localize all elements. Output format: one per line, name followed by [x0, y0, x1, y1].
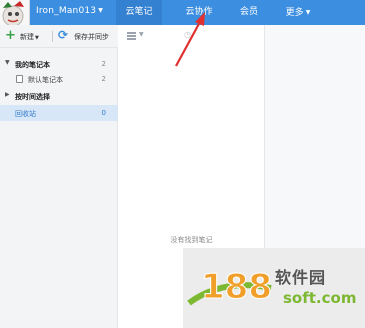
plus-icon[interactable]: + — [5, 28, 16, 43]
tab-collaboration-label: 云协作 — [185, 7, 213, 17]
tab-cloud-notes[interactable]: 云笔记 — [116, 0, 162, 25]
notebook-icon — [16, 75, 23, 83]
sync-icon[interactable]: ⟳ — [58, 28, 68, 42]
sidebar-item-label: 回收站 — [15, 110, 36, 118]
tab-membership[interactable]: 会员 — [234, 0, 264, 25]
save-sync-button[interactable]: 保存并同步 — [74, 32, 109, 42]
collapse-arrow-icon[interactable]: ▶ — [5, 91, 10, 98]
svg-text:188: 188 — [201, 267, 272, 307]
watermark-logo: 188 — [187, 267, 272, 308]
top-navigation-bar: Iron_Man013 ▼ 云笔记 云协作 会员 更多 ▼ — [0, 0, 365, 26]
tab-cloud-notes-label: 云笔记 — [125, 7, 153, 17]
tab-more-label: 更多 — [285, 8, 304, 18]
new-note-label: 新建 — [20, 33, 34, 41]
sidebar-item-my-notebooks[interactable]: ▼ 我的笔记本 2 — [0, 56, 118, 72]
sidebar-item-label: 默认笔记本 — [28, 76, 63, 84]
empty-list-message: 没有找到笔记 — [170, 236, 213, 244]
sidebar-item-label: 按时间选择 — [15, 93, 50, 101]
tab-membership-label: 会员 — [239, 7, 258, 17]
username-text: Iron_Man013 — [36, 6, 97, 16]
note-list-toolbar: ▼ ◷ — [118, 25, 265, 47]
toolbar-divider — [52, 31, 53, 42]
notebook-count: 2 — [101, 75, 106, 83]
site-watermark: 188 软件园 soft.com — [183, 248, 365, 328]
list-view-icon[interactable] — [127, 32, 136, 40]
username-caret-icon: ▼ — [98, 7, 104, 14]
new-note-button[interactable]: 新建▼ — [20, 32, 39, 42]
sidebar-item-trash[interactable]: 回收站 0 — [0, 105, 118, 121]
more-caret-icon: ▼ — [305, 9, 311, 16]
sidebar-item-default-notebook[interactable]: 默认笔记本 2 — [0, 71, 118, 87]
watermark-url: soft.com — [283, 289, 357, 307]
view-caret-icon[interactable]: ▼ — [139, 31, 144, 38]
new-caret-icon: ▼ — [35, 35, 39, 41]
user-avatar[interactable] — [0, 0, 30, 26]
avatar-image — [2, 1, 24, 26]
expand-arrow-icon[interactable]: ▼ — [5, 59, 10, 66]
sidebar-item-label: 我的笔记本 — [15, 61, 50, 69]
app-window: Iron_Man013 ▼ 云笔记 云协作 会员 更多 ▼ + 新建▼ ⟳ 保存并同… — [0, 0, 365, 328]
sidebar-item-by-time[interactable]: ▶ 按时间选择 — [0, 88, 118, 104]
watermark-name: 软件园 — [275, 268, 327, 287]
trash-count: 0 — [101, 109, 106, 117]
tab-more[interactable]: 更多 ▼ — [278, 0, 318, 25]
tab-collaboration[interactable]: 云协作 — [176, 0, 222, 25]
notebook-sidebar: ▼ 我的笔记本 2 默认笔记本 2 ▶ 按时间选择 回收站 0 — [0, 48, 118, 328]
sort-icon[interactable]: ◷ — [184, 30, 191, 39]
notes-toolbar: + 新建▼ ⟳ 保存并同步 — [0, 25, 118, 48]
notebook-count: 2 — [101, 60, 106, 68]
username-menu[interactable]: Iron_Man013 ▼ — [36, 6, 103, 16]
